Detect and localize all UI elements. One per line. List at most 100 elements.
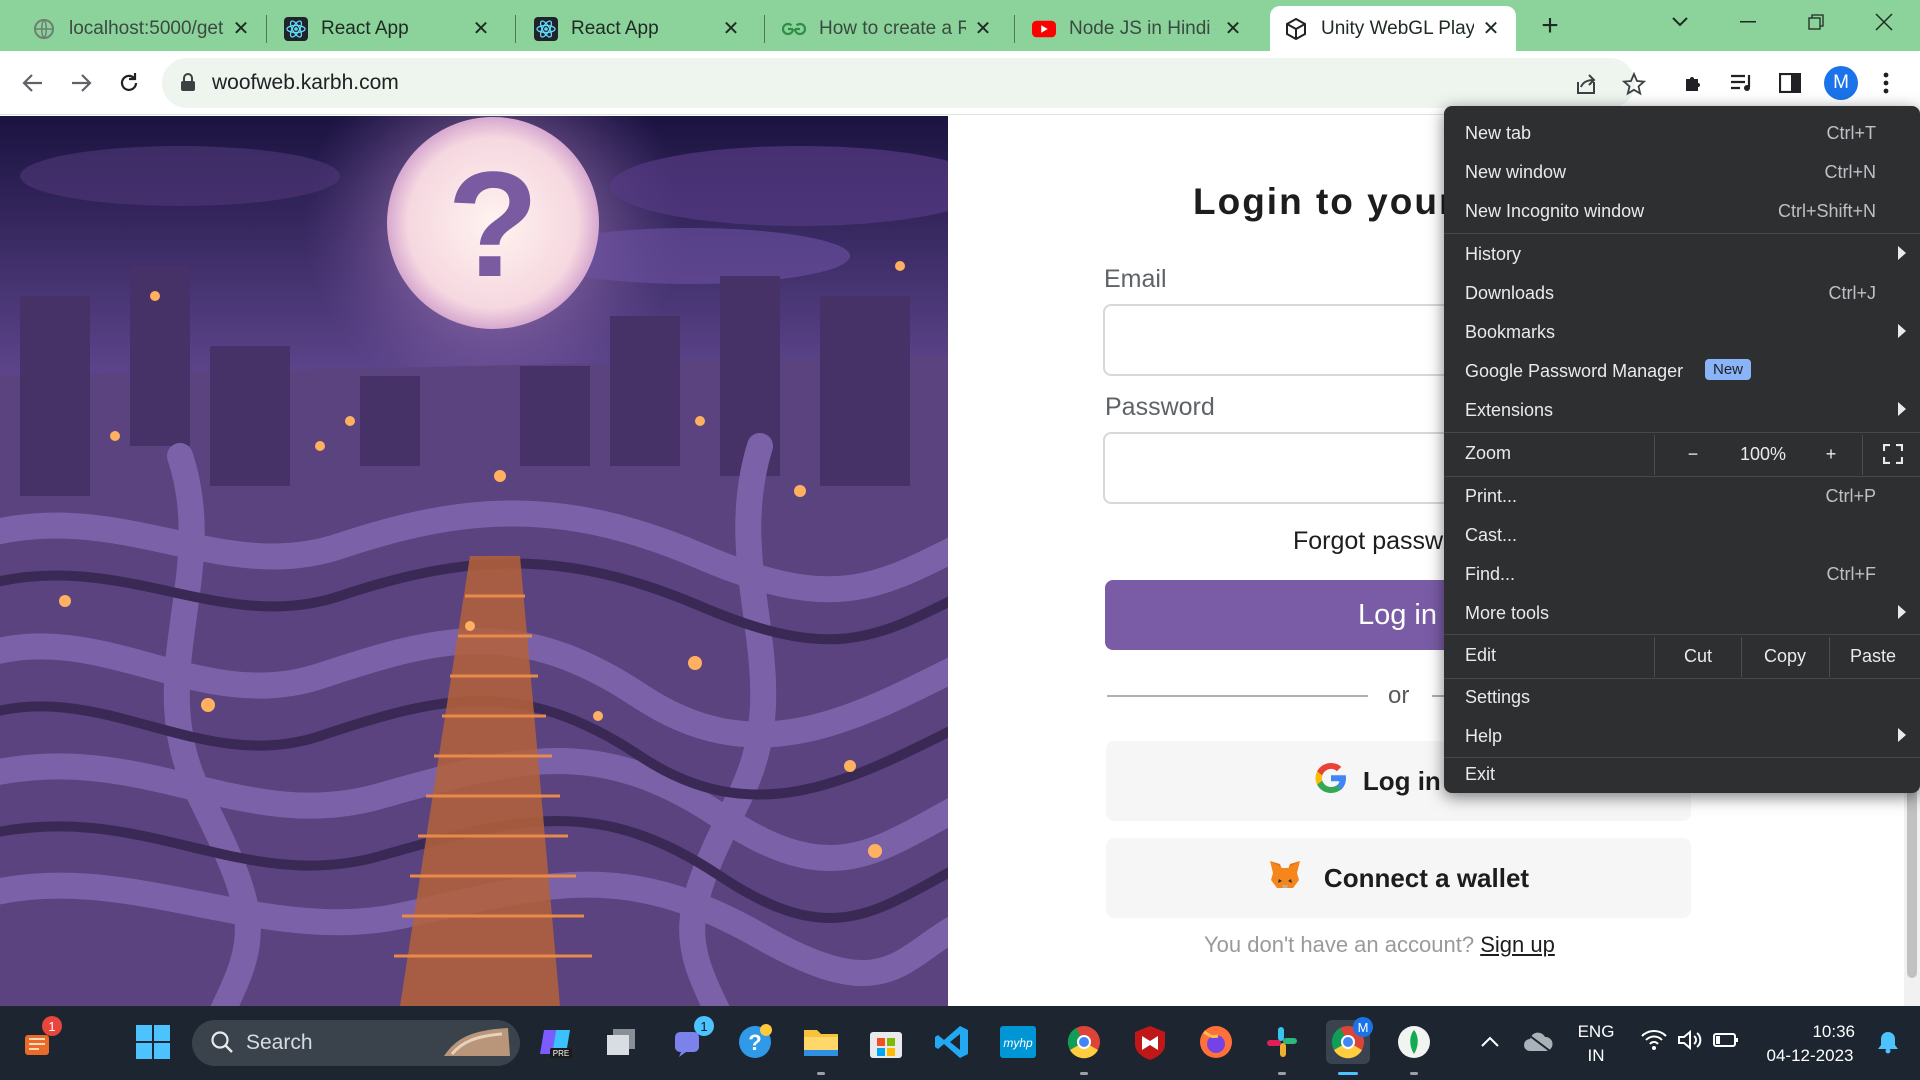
menu-item-new-tab[interactable]: New tab Ctrl+T: [1444, 115, 1920, 153]
menu-item-exit[interactable]: Exit: [1444, 754, 1920, 792]
notification-bell-icon[interactable]: [1866, 1020, 1910, 1064]
tab-youtube[interactable]: Node JS in Hindi # ✕: [1018, 6, 1258, 51]
language-indicator[interactable]: ENG IN: [1576, 1022, 1616, 1066]
tab-separator: [266, 15, 267, 43]
close-tab-icon[interactable]: ✕: [470, 18, 492, 40]
taskbar-search[interactable]: Search: [192, 1020, 520, 1066]
clock[interactable]: 10:36 04-12-2023: [1755, 1022, 1865, 1066]
menu-item-extensions[interactable]: Extensions: [1444, 392, 1920, 430]
copilot-icon[interactable]: PRE: [534, 1020, 578, 1064]
start-button[interactable]: [131, 1020, 175, 1064]
menu-item-label: New Incognito window: [1465, 201, 1645, 221]
task-view-icon[interactable]: [600, 1020, 644, 1064]
language-code: ENG: [1577, 1022, 1615, 1041]
minimize-button[interactable]: [1714, 0, 1782, 44]
bookmark-star-icon[interactable]: [1620, 70, 1648, 98]
forgot-password-link[interactable]: Forgot passw: [1293, 527, 1443, 556]
menu-item-shortcut: Ctrl+Shift+N: [1777, 201, 1876, 221]
cut-button[interactable]: Cut: [1656, 637, 1740, 675]
extensions-puzzle-icon[interactable]: [1678, 67, 1710, 99]
close-tab-icon[interactable]: ✕: [972, 18, 994, 40]
tab-localhost[interactable]: localhost:5000/get ✕: [18, 6, 266, 51]
chrome-profile-icon[interactable]: M: [1326, 1017, 1373, 1064]
menu-item-find[interactable]: Find... Ctrl+F: [1444, 556, 1920, 594]
chrome-icon[interactable]: [1062, 1020, 1106, 1064]
copy-button[interactable]: Copy: [1742, 637, 1828, 675]
menu-item-more-tools[interactable]: More tools: [1444, 595, 1920, 633]
signup-link[interactable]: Sign up: [1480, 932, 1555, 957]
menu-item-zoom: Zoom − 100% +: [1444, 433, 1920, 475]
zoom-level: 100%: [1739, 443, 1787, 464]
menu-item-bookmarks[interactable]: Bookmarks: [1444, 314, 1920, 352]
react-icon: [284, 16, 308, 41]
tab-title: React App: [321, 17, 409, 39]
restore-button[interactable]: [1782, 0, 1850, 44]
tab-title: Node JS in Hindi #: [1069, 17, 1216, 39]
side-panel-icon[interactable]: [1774, 67, 1806, 99]
running-indicator: [1278, 1072, 1286, 1075]
menu-vertical-separator: [1862, 435, 1863, 475]
menu-item-help[interactable]: Help: [1444, 718, 1920, 756]
tab-geeksforgeeks[interactable]: How to create a Re ✕: [768, 6, 1008, 51]
close-tab-icon[interactable]: ✕: [1480, 18, 1502, 40]
menu-item-new-incognito-window[interactable]: New Incognito window Ctrl+Shift+N: [1444, 193, 1920, 231]
paste-button[interactable]: Paste: [1830, 637, 1916, 675]
back-button[interactable]: [14, 64, 52, 102]
zoom-out-button[interactable]: −: [1670, 435, 1716, 473]
widgets-weather-icon[interactable]: 1: [16, 1016, 62, 1064]
show-hidden-icons-chevron-icon[interactable]: [1468, 1020, 1512, 1064]
teams-chat-icon[interactable]: 1: [668, 1016, 714, 1064]
menu-item-print[interactable]: Print... Ctrl+P: [1444, 478, 1920, 516]
address-bar[interactable]: woofweb.karbh.com: [162, 58, 1646, 108]
menu-item-new-window[interactable]: New window Ctrl+N: [1444, 154, 1920, 192]
geeksforgeeks-icon: [782, 17, 806, 41]
tab-search-button[interactable]: [1646, 0, 1714, 44]
onedrive-cloud-icon[interactable]: [1516, 1020, 1560, 1064]
myhp-icon[interactable]: myhp: [996, 1020, 1040, 1064]
fullscreen-icon[interactable]: [1870, 435, 1916, 473]
connect-wallet-button[interactable]: Connect a wallet: [1106, 838, 1691, 918]
chrome-menu-icon[interactable]: [1870, 67, 1902, 99]
url-text[interactable]: woofweb.karbh.com: [212, 71, 399, 95]
menu-item-cast[interactable]: Cast...: [1444, 517, 1920, 555]
lock-icon[interactable]: [180, 72, 198, 94]
menu-item-settings[interactable]: Settings: [1444, 679, 1920, 717]
profile-avatar[interactable]: M: [1824, 66, 1858, 100]
share-icon[interactable]: [1572, 70, 1600, 98]
zoom-in-button[interactable]: +: [1808, 435, 1854, 473]
menu-item-downloads[interactable]: Downloads Ctrl+J: [1444, 275, 1920, 313]
mongodb-compass-icon[interactable]: [1392, 1020, 1436, 1064]
menu-item-shortcut: Ctrl+P: [1825, 486, 1876, 506]
forward-button[interactable]: [62, 64, 100, 102]
tab-react-app-2[interactable]: React App ✕: [520, 6, 756, 51]
close-window-button[interactable]: [1850, 0, 1918, 44]
menu-item-label: Extensions: [1465, 400, 1554, 420]
firefox-icon[interactable]: [1194, 1020, 1238, 1064]
new-tab-button[interactable]: +: [1532, 8, 1568, 44]
submenu-arrow-icon: [1898, 324, 1906, 338]
quick-settings[interactable]: [1630, 1020, 1750, 1064]
microsoft-store-icon[interactable]: [864, 1020, 908, 1064]
slack-icon[interactable]: [1260, 1020, 1304, 1064]
close-tab-icon[interactable]: ✕: [1222, 18, 1244, 40]
menu-separator: [1444, 233, 1920, 234]
mcafee-icon[interactable]: [1128, 1020, 1172, 1064]
file-explorer-icon[interactable]: [799, 1020, 843, 1064]
menu-item-history[interactable]: History: [1444, 236, 1920, 274]
media-controls-icon[interactable]: [1726, 67, 1758, 99]
get-help-icon[interactable]: ?: [733, 1020, 777, 1064]
menu-item-label: Cast...: [1465, 525, 1518, 545]
region-code: IN: [1587, 1046, 1605, 1065]
menu-vertical-separator: [1654, 637, 1655, 677]
windows-taskbar: 1 Search PRE 1 ? myhp M ENG IN 10:36 04-…: [0, 1006, 1920, 1080]
reload-button[interactable]: [110, 64, 148, 102]
vscode-icon[interactable]: [930, 1020, 974, 1064]
close-tab-icon[interactable]: ✕: [720, 18, 742, 40]
menu-item-shortcut: Ctrl+J: [1828, 283, 1876, 303]
close-tab-icon[interactable]: ✕: [230, 18, 252, 40]
menu-item-password-manager[interactable]: Google Password Manager New: [1444, 353, 1920, 391]
tab-unity-webgl[interactable]: Unity WebGL Playe ✕: [1270, 6, 1516, 51]
menu-item-shortcut: Ctrl+T: [1826, 123, 1877, 143]
search-highlight-icon: [442, 1026, 512, 1065]
tab-react-app-1[interactable]: React App ✕: [270, 6, 506, 51]
